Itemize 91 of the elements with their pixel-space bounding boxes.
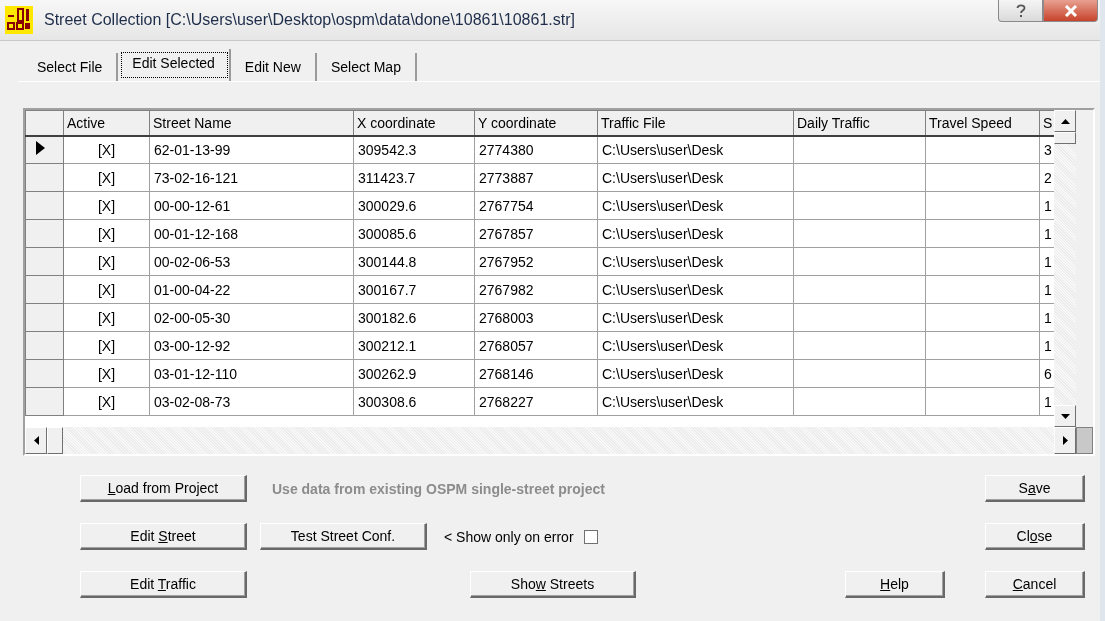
table-cell: [X]: [63, 191, 150, 220]
table-cell: C:\Users\user\Desk: [597, 275, 794, 304]
test-street-button[interactable]: Test Street Conf.: [260, 523, 427, 550]
scroll-right-button[interactable]: [1054, 427, 1076, 454]
table-cell: 311423.7: [353, 163, 475, 192]
load-from-project-button[interactable]: Load from Project: [80, 475, 247, 502]
table-cell: 2774380: [474, 135, 598, 164]
table-cell: 73-02-16-121: [149, 163, 354, 192]
table-cell: C:\Users\user\Desk: [597, 331, 794, 360]
help-button[interactable]: [998, 0, 1043, 22]
edit-street-button[interactable]: Edit Street: [80, 523, 247, 550]
table-cell: C:\Users\user\Desk: [597, 247, 794, 276]
table-cell: 300144.8: [353, 247, 475, 276]
up-arrow-icon: [1060, 118, 1070, 124]
close-button[interactable]: [1043, 0, 1098, 22]
table-cell: 300212.1: [353, 331, 475, 360]
table-cell: 300308.6: [353, 387, 475, 416]
table-cell: 2773887: [474, 163, 598, 192]
table-cell: [X]: [63, 219, 150, 248]
table-cell: C:\Users\user\Desk: [597, 303, 794, 332]
scroll-thumb[interactable]: [1054, 132, 1076, 144]
table-cell: 2767982: [474, 275, 598, 304]
table-cell: 300029.6: [353, 191, 475, 220]
table-cell: 00-02-06-53: [149, 247, 354, 276]
table-cell: [X]: [63, 163, 150, 192]
table-cell: 2767952: [474, 247, 598, 276]
table-cell: C:\Users\user\Desk: [597, 219, 794, 248]
description-text: Use data from existing OSPM single-street project: [271, 480, 606, 497]
show-streets-button[interactable]: Show Streets: [470, 571, 636, 598]
column-header[interactable]: Y coordinate: [474, 110, 598, 136]
table-cell: 2768057: [474, 331, 598, 360]
row-header[interactable]: [25, 135, 64, 164]
right-arrow-icon: [1062, 436, 1068, 445]
table-cell: C:\Users\user\Desk: [597, 359, 794, 388]
app-icon: [4, 5, 34, 35]
close-icon: [1063, 4, 1078, 17]
table-cell: 300262.9: [353, 359, 475, 388]
table-cell: [X]: [63, 331, 150, 360]
current-row-icon: [36, 141, 45, 156]
table-cell: 03-02-08-73: [149, 387, 354, 416]
table-cell: [X]: [63, 135, 150, 164]
table-cell: 300182.6: [353, 303, 475, 332]
table-cell: 03-00-12-92: [149, 331, 354, 360]
table-cell: [X]: [63, 247, 150, 276]
table-cell: 2768227: [474, 387, 598, 416]
close-dialog-button[interactable]: Close: [985, 523, 1085, 550]
table-cell: [X]: [63, 359, 150, 388]
table-cell: 02-00-05-30: [149, 303, 354, 332]
column-header[interactable]: Daily Traffic: [793, 110, 926, 136]
table-cell: 300167.7: [353, 275, 475, 304]
table-cell: [X]: [63, 387, 150, 416]
scroll-down-button[interactable]: [1054, 405, 1076, 427]
tab[interactable]: Edit Selected: [118, 49, 231, 81]
edit-traffic-button[interactable]: Edit Traffic: [80, 571, 247, 598]
help-icon: [1015, 3, 1026, 18]
checkbox-label: < Show only on error: [444, 528, 574, 545]
table-cell: 2767857: [474, 219, 598, 248]
checkbox[interactable]: [583, 529, 598, 544]
table-cell: 2768146: [474, 359, 598, 388]
table-cell: 00-01-12-168: [149, 219, 354, 248]
table-cell: C:\Users\user\Desk: [597, 387, 794, 416]
window-title: Street Collection [C:\Users\user\Desktop\ospm\data\done\10861\10861.str]: [44, 11, 576, 29]
column-header[interactable]: X coordinate: [353, 110, 475, 136]
table-cell: 2767754: [474, 191, 598, 220]
column-header[interactable]: Street Name: [149, 110, 354, 136]
help-dialog-button[interactable]: Help: [845, 571, 945, 598]
scroll-up-button[interactable]: [1054, 110, 1076, 132]
down-arrow-icon: [1060, 413, 1070, 419]
table-cell: 2768003: [474, 303, 598, 332]
table-cell: 309542.3: [353, 135, 475, 164]
scroll-thumb[interactable]: [47, 427, 63, 454]
scrollbar-corner: [1076, 427, 1093, 454]
table-cell: 03-01-12-110: [149, 359, 354, 388]
table-cell: 00-00-12-61: [149, 191, 354, 220]
column-header[interactable]: Travel Speed: [925, 110, 1040, 136]
vertical-scrollbar[interactable]: [1054, 110, 1076, 427]
scroll-left-button[interactable]: [25, 427, 47, 454]
save-button[interactable]: Save: [985, 475, 1085, 502]
table-cell: [X]: [63, 275, 150, 304]
left-arrow-icon: [33, 436, 39, 445]
column-header[interactable]: Traffic File: [597, 110, 794, 136]
table-cell: [X]: [63, 303, 150, 332]
table-cell: C:\Users\user\Desk: [597, 191, 794, 220]
cancel-button[interactable]: Cancel: [985, 571, 1085, 598]
horizontal-scrollbar[interactable]: [25, 427, 1076, 454]
column-header[interactable]: Active: [63, 110, 150, 136]
table-cell: 01-00-04-22: [149, 275, 354, 304]
table-cell: 62-01-13-99: [149, 135, 354, 164]
table-cell: C:\Users\user\Desk: [597, 163, 794, 192]
table-cell: C:\Users\user\Desk: [597, 135, 794, 164]
table-cell: 300085.6: [353, 219, 475, 248]
